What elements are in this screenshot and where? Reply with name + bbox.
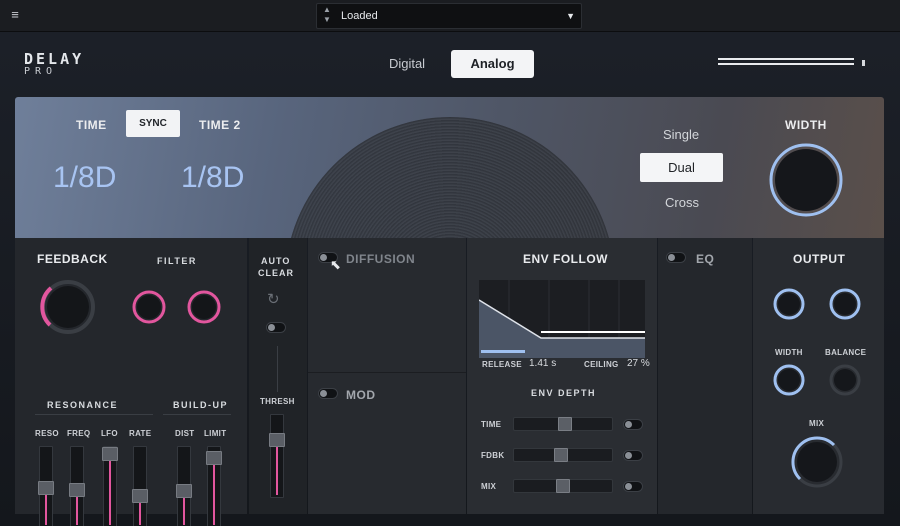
auto-clear-section: AUTO CLEAR ↻ THRESH: [249, 238, 307, 514]
auto-clear-divider: [277, 346, 278, 392]
reso-fader[interactable]: [38, 446, 54, 526]
thresh-label: THRESH: [260, 397, 295, 406]
rate-fader[interactable]: [132, 446, 148, 526]
filter-title: FILTER: [157, 256, 197, 266]
output-balance-knob[interactable]: [827, 362, 863, 398]
fader-label-lfo: LFO: [101, 429, 118, 438]
env-depth-fdbk-slider[interactable]: [513, 448, 613, 462]
output-title: OUTPUT: [793, 252, 846, 266]
plugin-window: DELAY PRO Digital Analog TIME SYNC TIME …: [0, 32, 900, 526]
fader-label-reso: RESO: [35, 429, 59, 438]
auto-clear-reset-icon[interactable]: ↻: [267, 290, 280, 308]
auto-clear-toggle[interactable]: [266, 322, 286, 333]
env-follow-section: ENV FOLLOW RELEASE 1.41 s CEILING 27 % E…: [467, 238, 657, 514]
env-depth-time-slider[interactable]: [513, 417, 613, 431]
thresh-fader[interactable]: [269, 414, 285, 498]
output-mix-knob[interactable]: [789, 434, 845, 490]
width-label: WIDTH: [785, 118, 827, 132]
env-depth-label-mix: MIX: [481, 482, 497, 491]
env-depth-title: ENV DEPTH: [531, 388, 597, 398]
output-section: OUTPUT WIDTH BALANCE MIX: [753, 238, 884, 514]
mouse-cursor-icon: ⬉: [330, 257, 341, 272]
freq-fader[interactable]: [69, 446, 85, 526]
feedback-knob[interactable]: [39, 278, 97, 336]
filter-lowcut-knob[interactable]: [130, 288, 168, 326]
dist-fader[interactable]: [176, 446, 192, 526]
feedback-section: FEEDBACK FILTER RESONANCE BUILD-UP RESO …: [15, 238, 247, 526]
env-depth-fdbk-toggle[interactable]: [623, 450, 643, 461]
feedback-title: FEEDBACK: [37, 252, 108, 266]
plugin-logo: DELAY PRO: [24, 50, 84, 77]
time2-label: TIME 2: [199, 118, 241, 132]
preset-stepper-icon[interactable]: ▲ ▼: [323, 5, 331, 25]
buildup-title: BUILD-UP: [173, 400, 228, 410]
diffusion-label: DIFFUSION: [346, 252, 416, 266]
output-width-knob[interactable]: [771, 362, 807, 398]
output-lowcut-knob[interactable]: [771, 286, 807, 322]
release-value[interactable]: 1.41 s: [529, 358, 556, 369]
env-depth-label-fdbk: FDBK: [481, 451, 505, 460]
resonance-title: RESONANCE: [47, 400, 119, 410]
preset-name: Loaded: [341, 10, 378, 22]
output-level-meter: [716, 58, 865, 70]
release-label: RELEASE: [482, 360, 522, 369]
eq-section: EQ: [658, 238, 752, 514]
lfo-fader[interactable]: [102, 446, 118, 526]
time-label: TIME: [76, 118, 107, 132]
diffusion-mod-section: DIFFUSION ⬉ MOD: [308, 238, 466, 514]
env-depth-mix-slider[interactable]: [513, 479, 613, 493]
ceiling-label: CEILING: [584, 360, 619, 369]
fader-label-freq: FREQ: [67, 429, 91, 438]
level-meter-left: [718, 58, 854, 60]
output-balance-label: BALANCE: [825, 348, 867, 357]
host-toolbar: ≡ ▲ ▼ Loaded ▼: [0, 0, 900, 32]
mod-label: MOD: [346, 388, 376, 402]
eq-toggle[interactable]: [666, 252, 686, 263]
env-depth-mix-toggle[interactable]: [623, 481, 643, 492]
eq-label: EQ: [696, 252, 715, 266]
preset-selector[interactable]: ▲ ▼ Loaded ▼: [316, 3, 582, 29]
routing-single[interactable]: Single: [663, 127, 699, 142]
resonance-divider: [35, 414, 153, 415]
auto-clear-title-2: CLEAR: [258, 268, 294, 278]
mode-digital-button[interactable]: Digital: [376, 50, 438, 78]
auto-clear-title-1: AUTO: [261, 256, 291, 266]
limit-fader[interactable]: [206, 446, 222, 526]
envelope-graph[interactable]: [479, 280, 645, 358]
routing-cross[interactable]: Cross: [665, 195, 699, 210]
ceiling-value[interactable]: 27 %: [627, 358, 650, 369]
time-panel: TIME SYNC TIME 2 1/8D 1/8D Single Dual C…: [15, 97, 884, 238]
env-follow-title: ENV FOLLOW: [523, 252, 608, 266]
sync-button[interactable]: SYNC: [126, 110, 180, 137]
env-depth-time-toggle[interactable]: [623, 419, 643, 430]
release-indicator: [481, 350, 525, 353]
time-value[interactable]: 1/8D: [53, 161, 116, 195]
output-highcut-knob[interactable]: [827, 286, 863, 322]
mode-analog-button[interactable]: Analog: [451, 50, 534, 78]
env-depth-label-time: TIME: [481, 420, 502, 429]
mod-toggle[interactable]: [318, 388, 338, 399]
buildup-divider: [163, 414, 231, 415]
hamburger-menu-icon[interactable]: ≡: [8, 8, 22, 22]
routing-dual[interactable]: Dual: [640, 153, 723, 182]
level-meter-peak: [862, 60, 865, 66]
output-width-label: WIDTH: [775, 348, 803, 357]
time2-value[interactable]: 1/8D: [181, 161, 244, 195]
output-mix-label: MIX: [809, 419, 825, 428]
tape-reel-graphic: [285, 117, 615, 238]
fader-label-rate: RATE: [129, 429, 152, 438]
fader-label-dist: DIST: [175, 429, 195, 438]
width-knob[interactable]: [767, 141, 845, 219]
fader-label-limit: LIMIT: [204, 429, 227, 438]
chevron-down-icon[interactable]: ▼: [566, 11, 575, 21]
filter-highcut-knob[interactable]: [185, 288, 223, 326]
diffusion-mod-divider: [308, 372, 466, 373]
level-meter-right: [718, 63, 854, 65]
